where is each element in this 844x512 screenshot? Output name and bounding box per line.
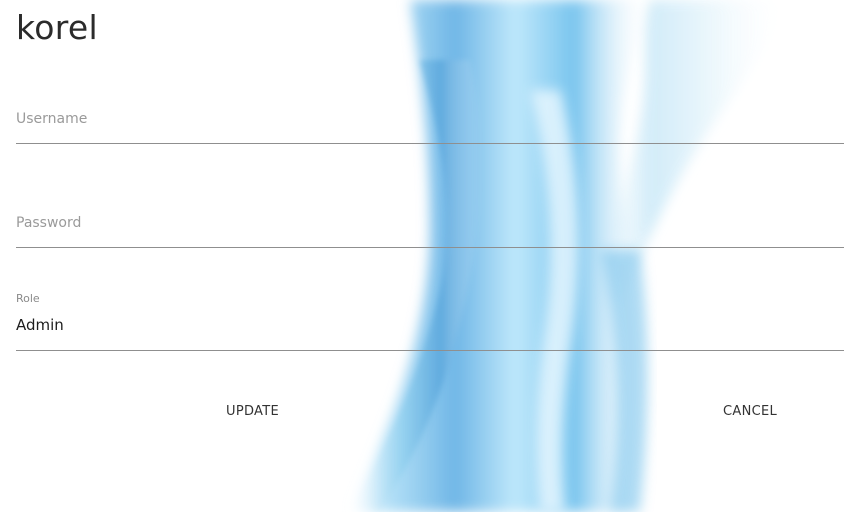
form-container: korel Role Admin UPDATE CANCEL	[0, 0, 844, 512]
username-field	[16, 97, 844, 144]
role-label: Role	[16, 292, 40, 305]
login-screen: korel Role Admin UPDATE CANCEL	[0, 0, 844, 512]
username-input[interactable]	[16, 97, 844, 141]
role-value: Admin	[16, 316, 64, 334]
role-select[interactable]: Role Admin	[16, 289, 844, 351]
password-input[interactable]	[16, 201, 844, 245]
cancel-button[interactable]: CANCEL	[711, 398, 789, 426]
password-field	[16, 201, 844, 248]
update-button[interactable]: UPDATE	[214, 398, 291, 426]
app-title: korel	[16, 8, 98, 47]
